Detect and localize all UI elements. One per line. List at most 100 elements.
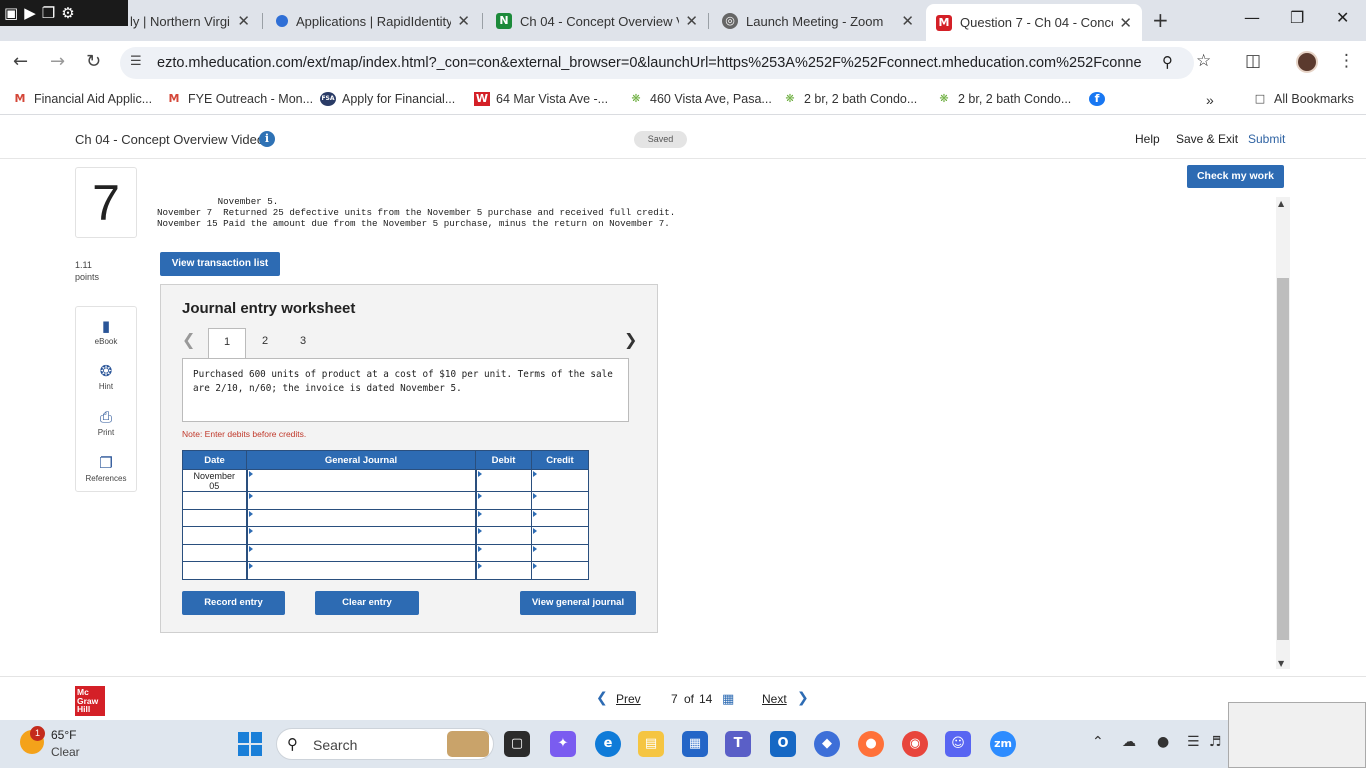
notification-preview-thumbnail[interactable]	[1228, 702, 1366, 768]
vpn-icon[interactable]: ◆	[814, 731, 840, 757]
chevron-left-icon[interactable]: ❮	[596, 690, 608, 706]
address-bar[interactable]: ☰ ezto.mheducation.com/ext/map/index.htm…	[120, 47, 1211, 79]
worksheet-tab-2[interactable]: 2	[246, 328, 284, 359]
next-button[interactable]: Next	[762, 692, 787, 706]
restore-icon[interactable]: ❐	[1290, 8, 1304, 27]
close-icon[interactable]: ✕	[901, 12, 914, 30]
debit-input[interactable]	[475, 561, 532, 580]
scroll-up-icon[interactable]: ▲	[1278, 199, 1284, 208]
window-close-icon[interactable]: ✕	[1336, 8, 1349, 27]
prev-button[interactable]: Prev	[616, 692, 641, 706]
debit-input[interactable]	[475, 469, 532, 492]
debit-input[interactable]	[475, 543, 532, 562]
weather-temperature[interactable]: 65°F	[51, 728, 76, 742]
record-entry-button[interactable]: Record entry	[182, 591, 285, 615]
camera-icon[interactable]: ▣	[4, 4, 18, 22]
chevron-left-icon[interactable]: ❮	[182, 330, 195, 349]
window-icon[interactable]: ❐	[42, 4, 55, 22]
discord-icon[interactable]: ☺	[945, 731, 971, 757]
question-grid-icon[interactable]: ▦	[722, 692, 734, 707]
credit-input[interactable]	[531, 491, 589, 510]
credit-input[interactable]	[531, 508, 589, 527]
check-my-work-button[interactable]: Check my work	[1187, 165, 1284, 188]
close-icon[interactable]: ✕	[457, 12, 470, 30]
site-settings-icon[interactable]: ☰	[130, 54, 142, 69]
gear-icon[interactable]: ⚙	[61, 4, 74, 22]
edge-icon[interactable]: e	[595, 731, 621, 757]
debit-input[interactable]	[475, 508, 532, 527]
microphone-icon[interactable]: ●	[1157, 734, 1169, 750]
scroll-down-icon[interactable]: ▼	[1278, 659, 1284, 668]
debit-input[interactable]	[475, 526, 532, 545]
ebook-tool[interactable]: ▮ eBook	[76, 317, 136, 346]
save-exit-link[interactable]: Save & Exit	[1176, 132, 1238, 146]
browser-tab-active[interactable]: M Question 7 - Ch 04 - Concep ✕	[926, 4, 1142, 41]
scrollbar-thumb[interactable]	[1277, 278, 1289, 640]
credit-input[interactable]	[531, 469, 589, 492]
submit-link[interactable]: Submit	[1248, 132, 1285, 146]
account-input[interactable]	[245, 526, 477, 545]
minimize-icon[interactable]: —	[1244, 8, 1260, 27]
account-input[interactable]	[245, 508, 477, 527]
close-icon[interactable]: ✕	[685, 12, 698, 30]
url-text[interactable]: ezto.mheducation.com/ext/map/index.html?…	[157, 55, 1142, 71]
clear-entry-button[interactable]: Clear entry	[315, 591, 419, 615]
credit-input[interactable]	[531, 561, 589, 580]
bookmark-3[interactable]: FSA Apply for Financial...	[320, 92, 455, 106]
windows-start-icon[interactable]	[238, 732, 262, 756]
worksheet-tab-3[interactable]: 3	[284, 328, 322, 359]
video-icon[interactable]: ▶	[24, 4, 36, 22]
bookmark-2[interactable]: M FYE Outreach - Mon...	[166, 92, 314, 106]
bookmarks-overflow-button[interactable]: »	[1206, 92, 1214, 108]
profile-avatar[interactable]	[1296, 51, 1318, 73]
bookmark-7[interactable]: ❋ 2 br, 2 bath Condo...	[936, 92, 1071, 106]
menu-kebab-icon[interactable]: ⋮	[1338, 51, 1355, 71]
search-highlight-icon[interactable]	[447, 731, 489, 757]
account-input[interactable]	[245, 469, 477, 492]
chrome-icon[interactable]: ◉	[902, 731, 928, 757]
weather-condition[interactable]: Clear	[51, 745, 80, 759]
back-arrow-icon[interactable]: ←	[13, 51, 28, 72]
new-tab-button[interactable]: +	[1152, 8, 1169, 32]
info-icon[interactable]: i	[259, 131, 275, 147]
chevron-up-icon[interactable]: ⌃	[1092, 734, 1104, 750]
hint-tool[interactable]: ❂ Hint	[76, 362, 136, 391]
account-input[interactable]	[245, 491, 477, 510]
account-input[interactable]	[245, 561, 477, 580]
bookmark-6[interactable]: ❋ 2 br, 2 bath Condo...	[782, 92, 917, 106]
bookmark-star-icon[interactable]: ☆	[1196, 51, 1211, 71]
close-icon[interactable]: ✕	[1119, 14, 1132, 32]
microsoft-store-icon[interactable]: ▦	[682, 731, 708, 757]
worksheet-tab-1[interactable]: 1	[208, 328, 246, 360]
browser-tab-3[interactable]: N Ch 04 - Concept Overview V ✕	[486, 6, 708, 36]
zoom-app-icon[interactable]: zm	[990, 731, 1016, 757]
zoom-magnifier-icon[interactable]: ⚲	[1162, 53, 1173, 71]
teams-icon[interactable]: T	[725, 731, 751, 757]
help-link[interactable]: Help	[1135, 132, 1160, 146]
chevron-right-icon[interactable]: ❯	[797, 690, 809, 706]
wifi-icon[interactable]: ☰	[1187, 734, 1200, 750]
forward-arrow-icon[interactable]: →	[50, 51, 65, 72]
close-icon[interactable]: ✕	[237, 12, 250, 30]
extensions-icon[interactable]: ◫	[1245, 51, 1261, 71]
view-general-journal-button[interactable]: View general journal	[520, 591, 636, 615]
all-bookmarks-button[interactable]: □ All Bookmarks	[1252, 92, 1354, 106]
bookmark-1[interactable]: M Financial Aid Applic...	[12, 92, 153, 106]
browser-tab-1[interactable]: ly | Northern Virgi ✕	[120, 6, 260, 36]
screen-capture-toolbar[interactable]: ▣ ▶ ❐ ⚙	[0, 0, 128, 26]
bookmark-facebook[interactable]: f	[1089, 92, 1111, 106]
print-tool[interactable]: ⎙ Print	[76, 408, 136, 437]
volume-icon[interactable]: ♬	[1209, 734, 1222, 750]
firefox-icon[interactable]: ●	[858, 731, 884, 757]
debit-input[interactable]	[475, 491, 532, 510]
browser-tab-2[interactable]: Applications | RapidIdentity ✕	[266, 6, 480, 36]
credit-input[interactable]	[531, 526, 589, 545]
copilot-icon[interactable]: ✦	[550, 731, 576, 757]
bookmark-4[interactable]: W 64 Mar Vista Ave -...	[474, 92, 608, 106]
reload-icon[interactable]: ↻	[86, 51, 101, 72]
chevron-right-icon[interactable]: ❯	[624, 330, 637, 349]
references-tool[interactable]: ❐ References	[76, 454, 136, 483]
task-view-icon[interactable]: ▢	[504, 731, 530, 757]
account-input[interactable]	[245, 543, 477, 562]
bookmark-5[interactable]: ❋ 460 Vista Ave, Pasa...	[628, 92, 771, 106]
